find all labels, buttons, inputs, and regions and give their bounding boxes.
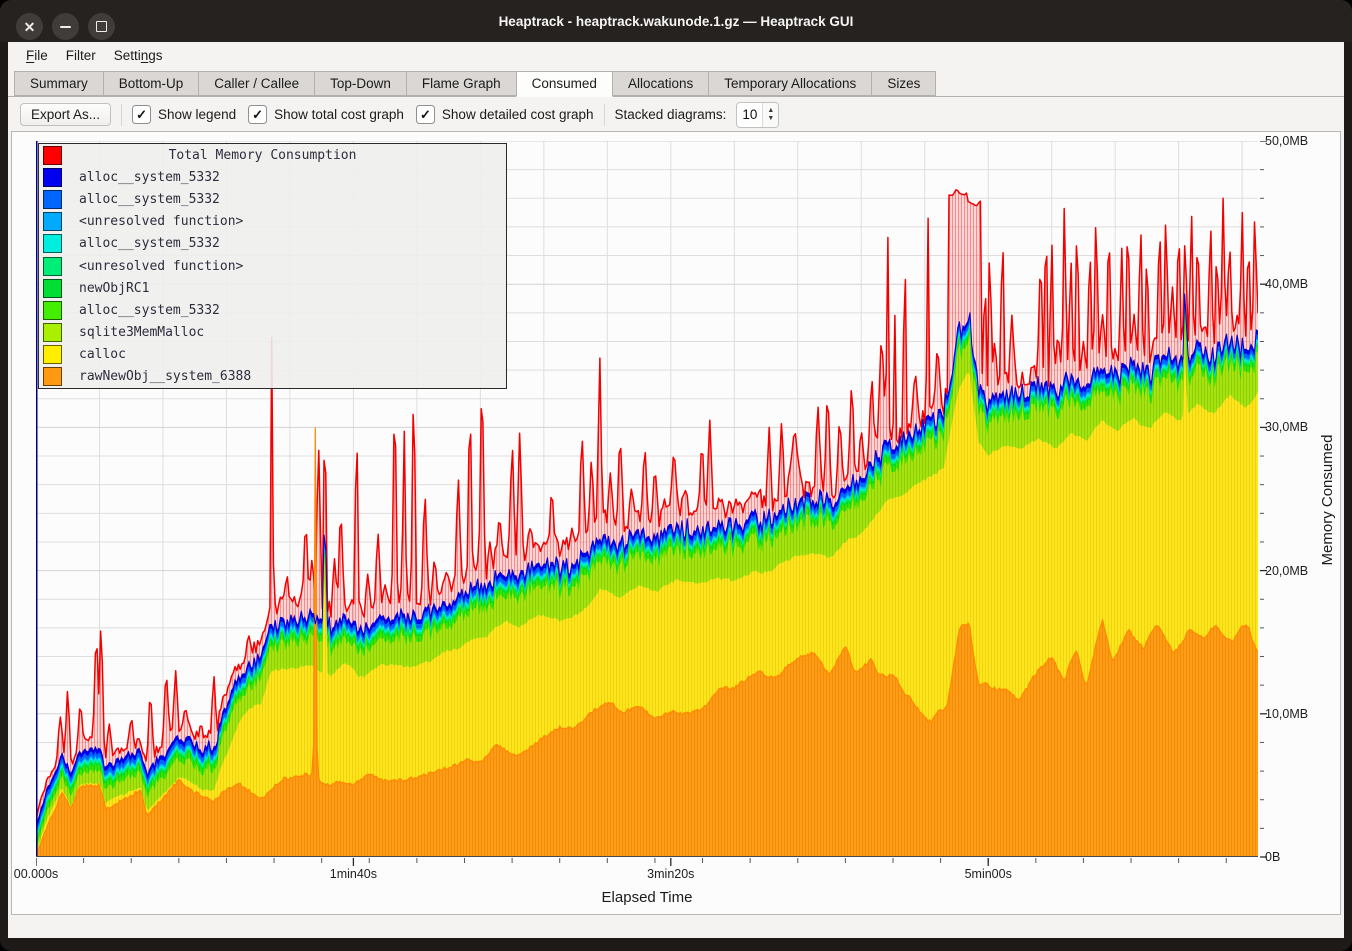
chart-legend: Total Memory Consumption alloc__system_53…: [38, 143, 507, 389]
checkbox-label: Show legend: [158, 107, 236, 122]
checkbox-box[interactable]: ✓: [416, 105, 435, 124]
x-axis-title: Elapsed Time: [36, 889, 1258, 906]
tab-top-down[interactable]: Top-Down: [314, 71, 407, 96]
minimize-icon: [60, 26, 71, 28]
window-content: FileFilterSettings SummaryBottom-UpCalle…: [8, 42, 1344, 938]
tab-bottom-up[interactable]: Bottom-Up: [103, 71, 200, 96]
y-axis-tick-label: 10,0MB: [1265, 706, 1335, 723]
checkbox-show-detailed-cost-graph[interactable]: ✓ Show detailed cost graph: [416, 105, 594, 124]
legend-row: alloc__system_5332: [39, 299, 506, 321]
checkbox-show-total-cost-graph[interactable]: ✓ Show total cost graph: [248, 105, 404, 124]
legend-label: rawNewObj__system_6388: [79, 369, 251, 384]
y-axis-tick-label: 0B: [1265, 849, 1335, 866]
consumed-chart[interactable]: Total Memory Consumption alloc__system_53…: [11, 131, 1341, 915]
legend-label: calloc: [79, 347, 126, 362]
legend-row: newObjRC1: [39, 277, 506, 299]
x-axis-tick-label: 1min40s: [308, 866, 398, 883]
tab-consumed[interactable]: Consumed: [516, 71, 613, 97]
stacked-diagrams-label: Stacked diagrams:: [615, 107, 727, 122]
window-title: Heaptrack - heaptrack.wakunode.1.gz — He…: [120, 0, 1232, 42]
toolbar-separator: [604, 104, 605, 126]
tab-summary[interactable]: Summary: [14, 71, 104, 96]
spin-down-icon[interactable]: ▼: [767, 116, 774, 122]
tabbar: SummaryBottom-UpCaller / CalleeTop-DownF…: [8, 68, 1344, 97]
checkbox-group: ✓ Show legend ✓ Show total cost graph ✓ Show …: [132, 105, 594, 124]
spin-up-icon[interactable]: ▲: [767, 108, 774, 114]
legend-row: alloc__system_5332: [39, 166, 506, 188]
titlebar: ✕ Heaptrack - heaptrack.wakunode.1.gz — …: [0, 0, 1352, 42]
spinbox-buttons[interactable]: ▲ ▼: [762, 103, 778, 127]
x-axis-tick-label: 00.000s: [11, 866, 81, 883]
legend-label: alloc__system_5332: [79, 192, 220, 207]
close-button[interactable]: ✕: [16, 13, 43, 40]
y-axis-tick-label: 50,0MB: [1265, 133, 1335, 150]
legend-row: sqlite3MemMalloc: [39, 322, 506, 344]
checkbox-box[interactable]: ✓: [132, 105, 151, 124]
legend-swatch: [43, 345, 62, 364]
legend-row: calloc: [39, 344, 506, 366]
legend-row: alloc__system_5332: [39, 233, 506, 255]
legend-swatch: [43, 323, 62, 342]
menu-filter[interactable]: Filter: [57, 46, 105, 65]
y-axis-tick-label: 40,0MB: [1265, 276, 1335, 293]
spinbox-value: 10: [737, 103, 762, 127]
tab-sizes[interactable]: Sizes: [871, 71, 936, 96]
y-axis-title: Memory Consumed: [1319, 390, 1339, 610]
x-axis-tick-label: 3min20s: [626, 866, 716, 883]
x-axis-tick-label: 5min00s: [943, 866, 1033, 883]
minimize-button[interactable]: [52, 13, 79, 40]
legend-label: alloc__system_5332: [79, 236, 220, 251]
legend-title-row: Total Memory Consumption: [39, 144, 506, 166]
tab-allocations[interactable]: Allocations: [612, 71, 709, 96]
legend-row: alloc__system_5332: [39, 188, 506, 210]
heaptrack-window: ✕ Heaptrack - heaptrack.wakunode.1.gz — …: [0, 0, 1352, 951]
menu-settings[interactable]: Settings: [105, 46, 172, 65]
checkbox-label: Show detailed cost graph: [442, 107, 594, 122]
legend-row: <unresolved function>: [39, 211, 506, 233]
menubar: FileFilterSettings: [8, 42, 1344, 68]
maximize-button[interactable]: [88, 13, 115, 40]
close-icon: ✕: [24, 20, 36, 34]
legend-label: Total Memory Consumption: [79, 148, 506, 163]
window-controls: ✕: [16, 13, 115, 40]
legend-label: <unresolved function>: [79, 214, 243, 229]
checkbox-label: Show total cost graph: [274, 107, 404, 122]
legend-swatch: [43, 190, 62, 209]
legend-row: <unresolved function>: [39, 255, 506, 277]
tab-caller-callee[interactable]: Caller / Callee: [198, 71, 315, 96]
legend-label: newObjRC1: [79, 281, 149, 296]
legend-swatch: [43, 257, 62, 276]
legend-label: alloc__system_5332: [79, 303, 220, 318]
menu-file[interactable]: File: [17, 46, 57, 65]
legend-swatch: [43, 301, 62, 320]
legend-swatch: [43, 234, 62, 253]
legend-swatch: [43, 168, 62, 187]
tab-flame-graph[interactable]: Flame Graph: [406, 71, 517, 96]
checkbox-show-legend[interactable]: ✓ Show legend: [132, 105, 236, 124]
legend-swatch: [43, 146, 62, 165]
stacked-diagrams-spinbox[interactable]: 10 ▲ ▼: [736, 102, 779, 128]
legend-swatch: [43, 212, 62, 231]
checkbox-box[interactable]: ✓: [248, 105, 267, 124]
maximize-icon: [96, 21, 107, 32]
toolbar: Export As... ✓ Show legend ✓ Show total cos…: [8, 97, 1344, 132]
export-as-button[interactable]: Export As...: [20, 103, 111, 126]
toolbar-separator: [121, 104, 122, 126]
tab-temporary-allocations[interactable]: Temporary Allocations: [708, 71, 872, 96]
legend-swatch: [43, 279, 62, 298]
legend-label: alloc__system_5332: [79, 170, 220, 185]
legend-swatch: [43, 367, 62, 386]
legend-label: <unresolved function>: [79, 259, 243, 274]
legend-row: rawNewObj__system_6388: [39, 366, 506, 388]
legend-label: sqlite3MemMalloc: [79, 325, 204, 340]
